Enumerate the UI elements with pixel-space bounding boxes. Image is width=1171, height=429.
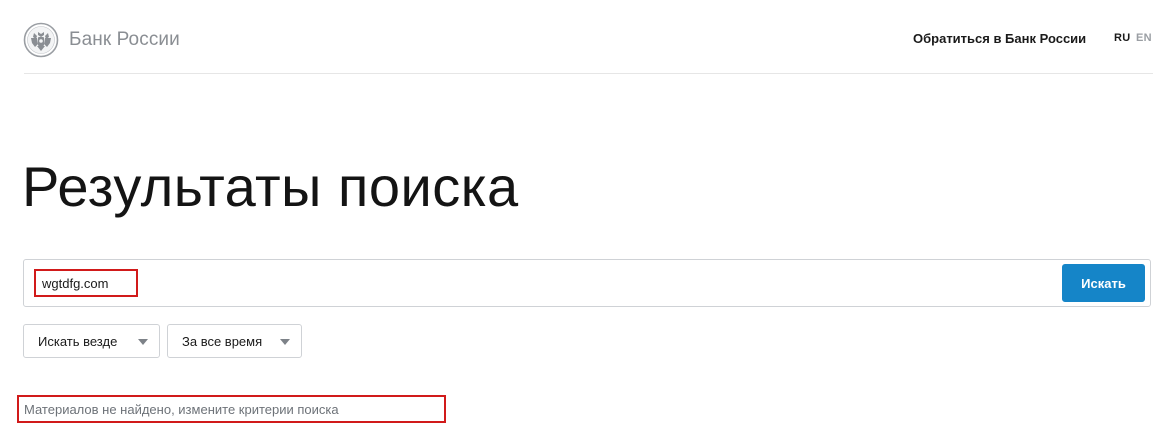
lang-en-link[interactable]: EN bbox=[1136, 32, 1152, 44]
eagle-emblem-icon bbox=[23, 22, 59, 58]
no-results-message: Материалов не найдено, измените критерии… bbox=[24, 402, 339, 417]
lang-ru-link[interactable]: RU bbox=[1114, 32, 1131, 44]
scope-select-value: Искать везде bbox=[38, 333, 118, 349]
search-form: Искать bbox=[23, 259, 1151, 307]
search-input[interactable] bbox=[34, 269, 634, 297]
bank-logo[interactable]: Банк России bbox=[23, 22, 180, 58]
chevron-down-icon bbox=[280, 339, 290, 345]
logo-text: Банк России bbox=[69, 29, 180, 50]
site-header: Банк России Обратиться в Банк России RU … bbox=[0, 0, 1171, 74]
scope-select[interactable]: Искать везде bbox=[23, 324, 160, 358]
header-divider bbox=[24, 73, 1153, 74]
search-button[interactable]: Искать bbox=[1062, 264, 1145, 302]
contact-bank-link[interactable]: Обратиться в Банк России bbox=[913, 31, 1086, 46]
page-title: Результаты поиска bbox=[22, 155, 519, 218]
chevron-down-icon bbox=[138, 339, 148, 345]
period-select-value: За все время bbox=[182, 333, 263, 349]
period-select[interactable]: За все время bbox=[167, 324, 302, 358]
